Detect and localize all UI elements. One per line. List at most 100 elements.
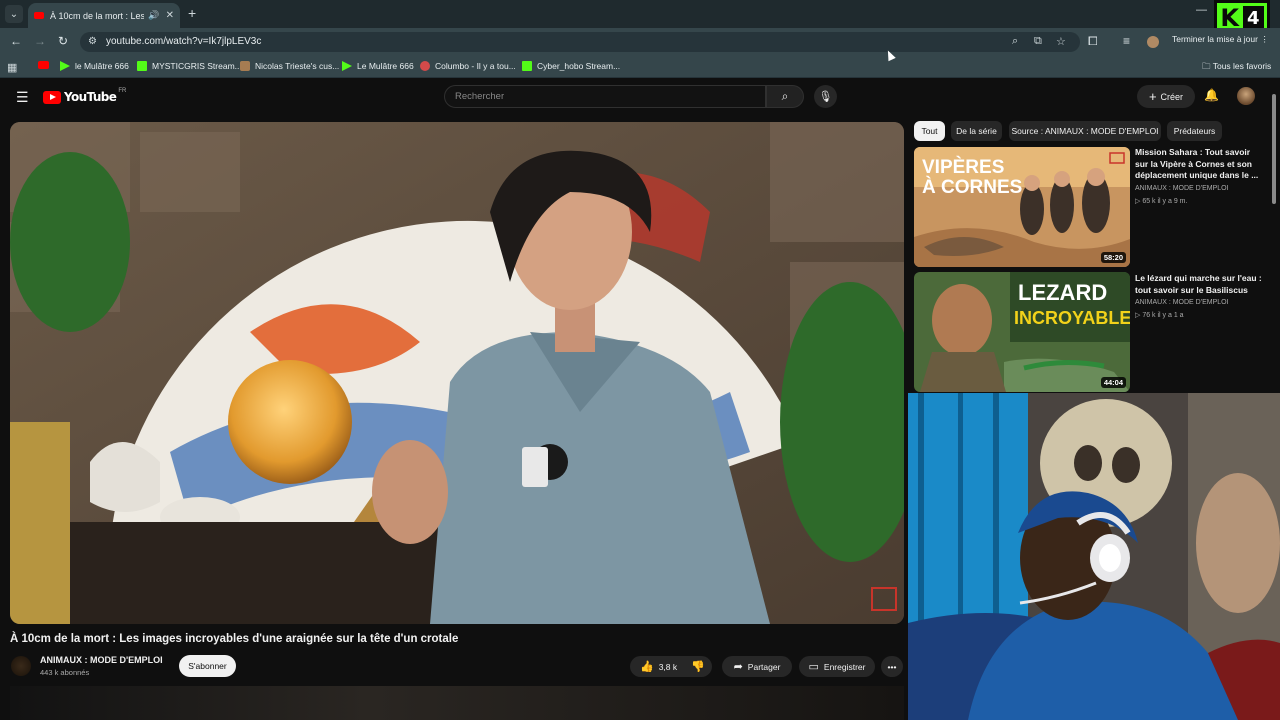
recommendation-title[interactable]: Le lézard qui marche sur l'eau : tout sa… — [1135, 273, 1265, 296]
recommendation-channel[interactable]: ANIMAUX : MODE D'EMPLOI — [1135, 185, 1229, 192]
speaker-icon[interactable]: 🔊 — [148, 10, 159, 21]
reading-list-icon[interactable]: ≡ — [1123, 34, 1130, 48]
webcam-frame — [908, 393, 1280, 720]
subscriber-count: 443 k abonnés — [40, 668, 90, 677]
subscribe-button[interactable]: S'abonner — [179, 655, 236, 677]
save-button[interactable]: ▭ Enregistrer — [799, 656, 875, 677]
youtube-logo[interactable]: YouTube FR — [43, 88, 126, 104]
url-text[interactable]: youtube.com/watch?v=Ik7jlpLEV3c — [106, 36, 261, 47]
share-arrow-icon: ➦ — [733, 661, 743, 673]
logo-text: YouTube — [64, 90, 117, 104]
thumbnail-text: VIPÈRES — [922, 156, 1004, 178]
bookmark-label: Nicolas Trieste's cus... — [255, 61, 340, 71]
bookmark-label: le Mulâtre 666 — [75, 61, 129, 71]
chip-source[interactable]: Source : ANIMAUX : MODE D'EMPLOI — [1009, 121, 1161, 141]
bookmark-item[interactable]: le Mulâtre 666 — [60, 61, 129, 71]
video-frame — [10, 122, 904, 624]
install-app-icon[interactable]: ⧉ — [1034, 35, 1042, 48]
play-icon — [60, 61, 70, 71]
bookmarks-bar: ▦ le Mulâtre 666 MYSTICGRIS Stream... Ni… — [0, 56, 1280, 78]
profile-avatar-icon[interactable] — [1147, 36, 1159, 48]
all-bookmarks-button[interactable]: 🗀 Tous les favoris — [1202, 61, 1271, 75]
bookmark-label: MYSTICGRIS Stream... — [152, 61, 242, 71]
bookmark-youtube[interactable] — [38, 61, 54, 69]
notifications-bell-icon[interactable]: 🔔 — [1204, 88, 1219, 102]
bookmark-item[interactable]: Columbo - Il y a tou... — [420, 61, 516, 71]
youtube-logo-icon — [43, 90, 61, 104]
channel-avatar[interactable] — [11, 656, 31, 676]
chip-all[interactable]: Tout — [914, 121, 945, 141]
more-horizontal-icon: ••• — [887, 661, 897, 672]
browser-tab-active[interactable]: À 10cm de la mort : Les images incroyabl… — [28, 3, 180, 28]
page-scrollbar[interactable] — [1272, 90, 1276, 230]
extensions-icon[interactable]: ⧠ — [1088, 34, 1098, 49]
channel-name[interactable]: ANIMAUX : MODE D'EMPLOI — [40, 655, 163, 665]
bookmark-item[interactable]: MYSTICGRIS Stream... — [137, 61, 242, 71]
zoom-icon[interactable]: ⌕ — [1012, 35, 1018, 48]
update-label: Terminer la mise à jour — [1172, 34, 1258, 44]
recommendation-thumbnail[interactable]: VIPÈRES À CORNES 58:20 — [914, 147, 1130, 267]
kick-icon — [137, 61, 147, 71]
more-actions-button[interactable]: ••• — [881, 656, 903, 677]
chip-predators[interactable]: Prédateurs — [1167, 121, 1222, 141]
share-button[interactable]: ➦ Partager — [722, 656, 792, 677]
youtube-header: ☰ YouTube FR Rechercher ⌕ 🎙 + Créer 🔔 — [0, 79, 1280, 115]
search-button[interactable]: ⌕ — [766, 85, 804, 108]
bookmark-label: Cyber_hobo Stream... — [537, 61, 621, 71]
tab-title: À 10cm de la mort : Les images incroyabl… — [50, 10, 145, 21]
search-icon: ⌕ — [781, 89, 789, 103]
back-arrow-icon[interactable]: ← — [10, 34, 22, 48]
recommendation-title[interactable]: Mission Sahara : Tout savoir sur la Vipè… — [1135, 147, 1265, 182]
share-label: Partager — [747, 661, 781, 672]
site-info-icon[interactable]: ⚙ — [88, 36, 97, 47]
streamer-webcam-overlay — [908, 393, 1280, 720]
menu-icon[interactable]: ☰ — [16, 89, 29, 106]
video-title: À 10cm de la mort : Les images incroyabl… — [10, 633, 459, 645]
recommendation-thumbnail[interactable]: LEZARD INCROYABLE 44:04 — [914, 272, 1130, 392]
thumbs-down-icon[interactable]: 👎 — [691, 660, 705, 673]
badge-number: 4 — [1243, 5, 1264, 31]
thumbnail-text: À CORNES — [922, 176, 1022, 198]
forward-arrow-icon[interactable]: → — [34, 34, 46, 48]
scrollbar-thumb[interactable] — [1272, 94, 1276, 204]
reload-icon[interactable]: ↻ — [58, 34, 68, 48]
recommendation-meta-text: 76 k il y a 1 a — [1142, 312, 1184, 319]
thumbnail-image: VIPÈRES À CORNES — [914, 147, 1130, 267]
like-count: 3,8 k — [658, 661, 678, 672]
columbo-icon — [420, 61, 430, 71]
video-player[interactable] — [10, 122, 904, 624]
video-duration: 58:20 — [1100, 252, 1126, 263]
thumbnail-text: INCROYABLE — [1014, 308, 1130, 328]
all-bookmarks-label: Tous les favoris — [1212, 61, 1272, 71]
bookmark-item[interactable]: Le Mulâtre 666 — [342, 61, 414, 71]
recommendation-channel[interactable]: ANIMAUX : MODE D'EMPLOI — [1135, 299, 1229, 306]
browser-toolbar: ← → ↻ ⚙ youtube.com/watch?v=Ik7jlpLEV3c … — [0, 28, 1280, 56]
chip-series[interactable]: De la série — [951, 121, 1002, 141]
thumbs-up-icon: 👍 — [640, 661, 654, 673]
save-label: Enregistrer — [823, 661, 866, 672]
recommendation-meta: ▷ 76 k il y a 1 a — [1135, 311, 1184, 319]
address-bar[interactable]: ⚙ youtube.com/watch?v=Ik7jlpLEV3c ⌕ ⧉ ☆ — [80, 32, 1080, 52]
account-avatar[interactable] — [1237, 87, 1255, 105]
kick-icon — [522, 61, 532, 71]
minimize-icon[interactable]: — — [1196, 4, 1207, 16]
play-icon — [342, 61, 352, 71]
update-button[interactable]: Terminer la mise à jour ⋮ — [1172, 34, 1269, 45]
save-playlist-icon: ▭ — [808, 661, 819, 673]
close-tab-icon[interactable]: ✕ — [166, 10, 174, 21]
voice-search-button[interactable]: 🎙 — [814, 85, 837, 108]
recommendation-meta: ▷ 65 k il y a 9 m. — [1135, 197, 1187, 205]
next-content-preview — [10, 686, 904, 720]
bookmark-item[interactable]: Nicolas Trieste's cus... — [240, 61, 339, 71]
like-button[interactable]: 👍 3,8 k — [640, 660, 677, 673]
browser-tab-strip: ⌄ À 10cm de la mort : Les images incroya… — [0, 0, 1280, 28]
search-input[interactable]: Rechercher — [444, 85, 766, 108]
tab-search-icon[interactable]: ⌄ — [5, 5, 23, 23]
create-button[interactable]: + Créer — [1137, 85, 1195, 108]
thumbnail-image: LEZARD INCROYABLE — [914, 272, 1130, 392]
bookmark-star-icon[interactable]: ☆ — [1056, 35, 1066, 48]
youtube-icon — [38, 61, 49, 69]
bookmark-item[interactable]: Cyber_hobo Stream... — [522, 61, 620, 71]
plus-icon[interactable]: + — [188, 5, 196, 21]
apps-grid-icon[interactable]: ▦ — [7, 61, 17, 74]
